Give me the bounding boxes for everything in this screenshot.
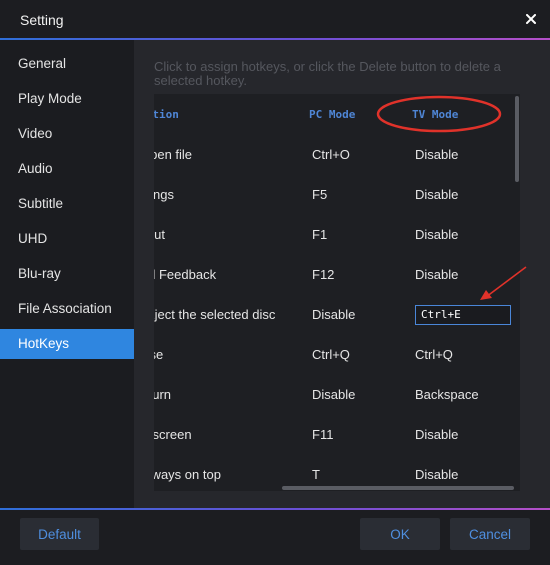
sidebar-item-general[interactable]: General — [0, 49, 134, 79]
hotkey-tv[interactable]: Backspace — [415, 387, 479, 402]
hotkey-description: Always on top — [154, 467, 221, 482]
hotkey-pc[interactable]: F1 — [312, 227, 327, 242]
hotkey-pc[interactable]: Ctrl+O — [312, 147, 350, 162]
sidebar-item-subtitle[interactable]: Subtitle — [0, 189, 134, 219]
hotkey-tv[interactable]: Disable — [415, 187, 458, 202]
hotkey-tv[interactable]: Disable — [415, 467, 458, 482]
hotkey-description: Full screen — [154, 427, 192, 442]
sidebar-item-play-mode[interactable]: Play Mode — [0, 84, 134, 114]
hotkey-tv[interactable]: Disable — [415, 147, 458, 162]
ok-button[interactable]: OK — [360, 518, 440, 550]
hotkey-pc[interactable]: T — [312, 467, 320, 482]
cancel-button[interactable]: Cancel — [450, 518, 530, 550]
hotkey-pc[interactable]: F5 — [312, 187, 327, 202]
hotkey-tv[interactable]: Disable — [415, 267, 458, 282]
hotkey-pc[interactable]: Disable — [312, 387, 355, 402]
window-title: Setting — [20, 12, 64, 28]
hotkey-description: Send Feedback — [154, 267, 217, 282]
hotkeys-hint: Click to assign hotkeys, or click the De… — [154, 59, 501, 88]
sidebar-item-audio[interactable]: Audio — [0, 154, 134, 184]
vertical-scrollbar-thumb[interactable] — [515, 96, 519, 182]
column-header-tv-mode: TV Mode — [412, 108, 459, 121]
hotkey-tv[interactable]: Disable — [415, 427, 458, 442]
hotkey-pc[interactable]: Disable — [312, 307, 355, 322]
hotkey-tv-input[interactable]: Ctrl+E — [415, 305, 511, 325]
hotkey-description: Close — [154, 347, 164, 362]
sidebar-item-uhd[interactable]: UHD — [0, 224, 134, 254]
hotkey-description: Eject the selected disc — [154, 307, 276, 322]
column-header-pc-mode: PC Mode — [309, 108, 356, 121]
sidebar-item-blu-ray[interactable]: Blu-ray — [0, 259, 134, 289]
horizontal-scrollbar-thumb[interactable] — [282, 486, 514, 490]
sidebar-item-video[interactable]: Video — [0, 119, 134, 149]
column-header-description: Description — [154, 108, 179, 121]
hotkey-description: Open file — [154, 147, 193, 162]
hotkey-pc[interactable]: F11 — [312, 427, 333, 442]
hotkey-description: Return — [154, 387, 172, 402]
hotkey-description: Settings — [154, 187, 174, 202]
default-button[interactable]: Default — [20, 518, 99, 550]
close-button[interactable] — [520, 9, 542, 29]
hotkey-pc[interactable]: F12 — [312, 267, 334, 282]
hotkey-tv[interactable]: Disable — [415, 227, 458, 242]
sidebar-item-file-association[interactable]: File Association — [0, 294, 134, 324]
close-icon — [526, 14, 536, 24]
settings-sidebar: General Play Mode Video Audio Subtitle U… — [0, 40, 134, 510]
hotkey-pc[interactable]: Ctrl+Q — [312, 347, 350, 362]
hotkey-tv[interactable]: Ctrl+Q — [415, 347, 453, 362]
title-bar: Setting — [0, 0, 550, 38]
hotkeys-table: Description PC Mode TV Mode Open file Ct… — [154, 94, 520, 491]
hotkey-description: About — [154, 227, 165, 242]
sidebar-item-hotkeys[interactable]: HotKeys — [0, 329, 134, 359]
